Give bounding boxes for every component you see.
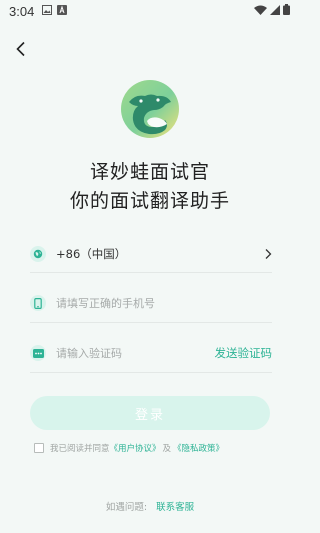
chevron-right-icon <box>264 245 272 264</box>
phone-icon <box>30 295 46 311</box>
divider <box>30 372 272 373</box>
privacy-policy-link[interactable]: 《隐私政策》 <box>173 442 224 454</box>
phone-input[interactable]: 请填写正确的手机号 <box>30 288 272 318</box>
help-row: 如遇问题: 联系客服 <box>0 499 300 513</box>
agreement-and: 及 <box>162 444 172 454</box>
status-time: 3:04 <box>9 3 35 19</box>
back-arrow-icon <box>16 41 25 57</box>
agreement-checkbox[interactable] <box>34 443 44 453</box>
app-logo <box>121 80 179 138</box>
user-agreement-link[interactable]: 《用户协议》 <box>110 442 161 454</box>
country-code-selector[interactable]: +86（中国） <box>30 239 272 269</box>
verification-code-input[interactable]: 请输入验证码 发送验证码 <box>30 338 272 368</box>
signal-icon <box>270 4 280 18</box>
send-code-button[interactable]: 发送验证码 <box>215 345 273 361</box>
phone-input-placeholder: 请填写正确的手机号 <box>56 297 155 310</box>
help-question: 如遇问题: <box>105 502 148 513</box>
text-notification-icon <box>57 4 68 18</box>
country-code-value: +86（中国） <box>56 247 127 261</box>
code-input-placeholder: 请输入验证码 <box>56 347 122 360</box>
status-right <box>254 4 290 18</box>
message-code-icon <box>30 345 46 361</box>
wifi-icon <box>254 4 267 18</box>
contact-support-link[interactable]: 联系客服 <box>156 502 194 513</box>
divider <box>30 272 272 273</box>
agreement-row: 我已阅读并同意 《用户协议》 及 《隐私政策》 <box>34 441 224 455</box>
login-button[interactable]: 登录 <box>30 396 270 430</box>
gallery-notification-icon <box>42 4 53 18</box>
status-bar: 3:04 <box>0 0 300 22</box>
divider <box>30 322 272 323</box>
globe-icon <box>30 246 46 262</box>
agreement-prefix: 我已阅读并同意 <box>50 444 110 454</box>
app-title: 译妙蛙面试官 <box>89 161 210 183</box>
battery-icon <box>283 4 290 18</box>
app-subtitle: 你的面试翻译助手 <box>69 190 230 212</box>
back-button[interactable] <box>10 38 32 60</box>
